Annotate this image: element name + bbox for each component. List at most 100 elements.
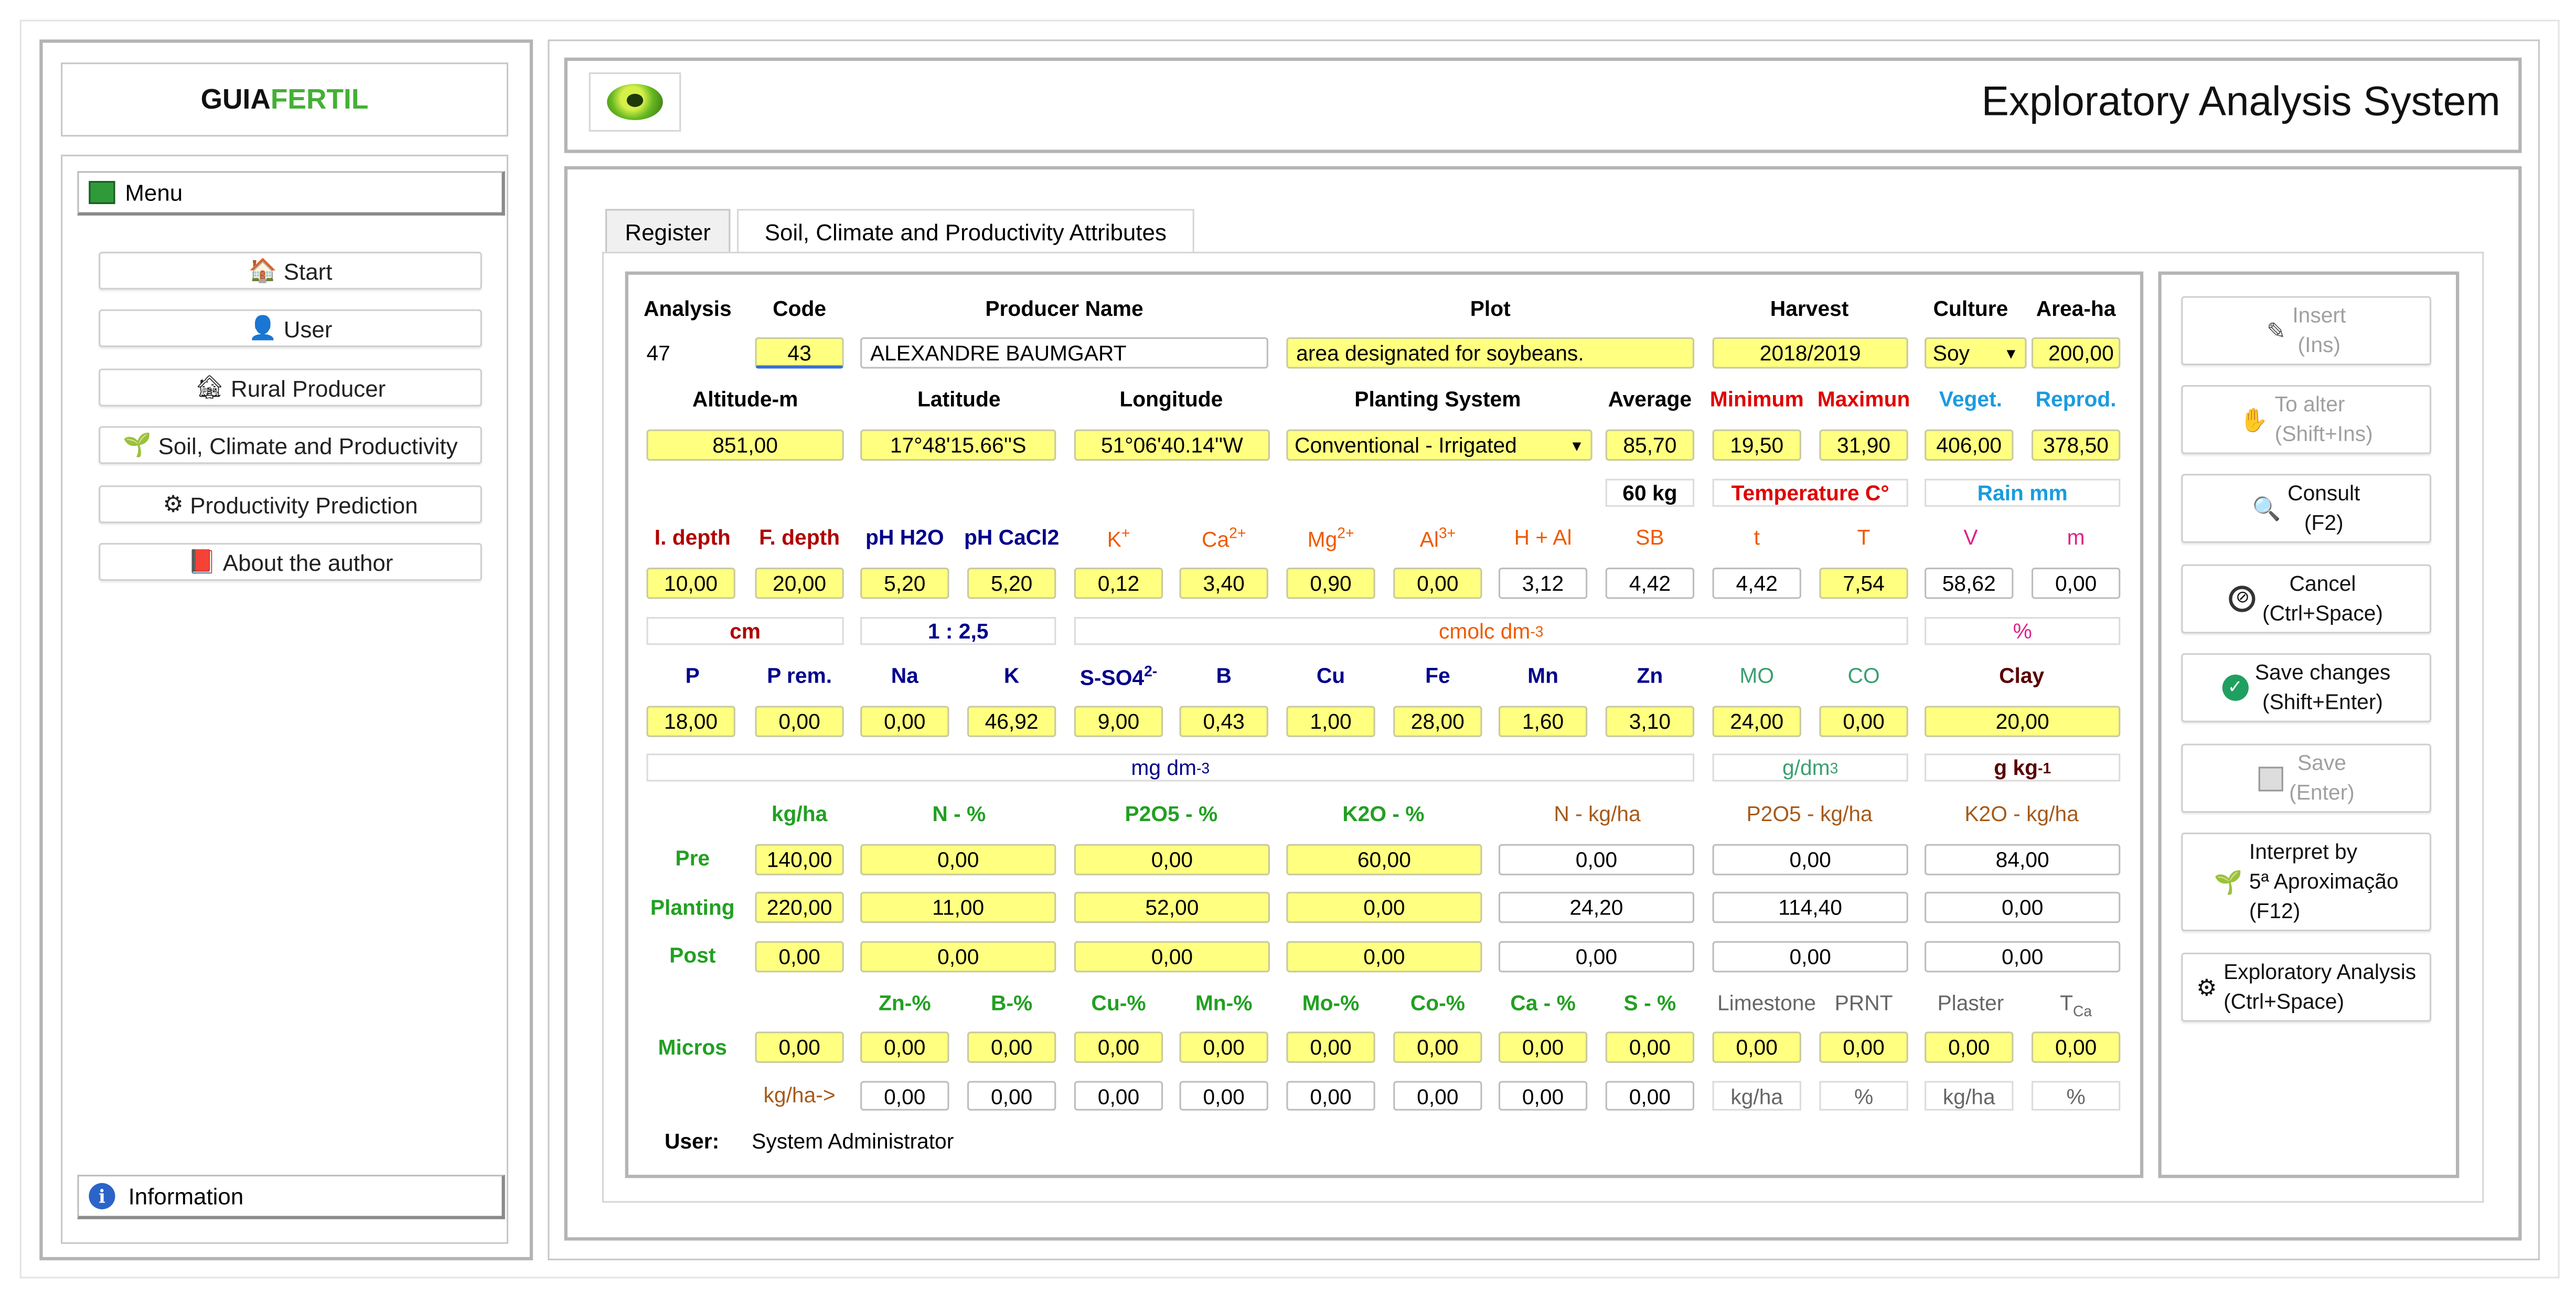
sidebar-item-soil-climate[interactable]: 🌱 Soil, Climate and Productivity bbox=[99, 426, 482, 464]
p-rem-field[interactable]: 0,00 bbox=[755, 706, 844, 737]
micros-mo-field[interactable]: 0,00 bbox=[1286, 1031, 1375, 1063]
sidebar-item-rural-producer[interactable]: 🏚 Rural Producer bbox=[99, 368, 482, 407]
information-button[interactable]: i Information bbox=[77, 1175, 505, 1219]
fe-field[interactable]: 28,00 bbox=[1393, 706, 1482, 737]
kg-zn-field[interactable]: 0,00 bbox=[860, 1081, 949, 1111]
post-k2o-pct-field[interactable]: 0,00 bbox=[1286, 941, 1482, 973]
to-alter-button[interactable]: ✋ To alter (Shift+Ins) bbox=[2181, 385, 2432, 454]
post-kgha-field[interactable]: 0,00 bbox=[755, 941, 844, 973]
v-field[interactable]: 58,62 bbox=[1925, 567, 2014, 599]
sidebar-item-about[interactable]: 📕 About the author bbox=[99, 542, 482, 581]
mg-field[interactable]: 0,90 bbox=[1286, 567, 1375, 599]
k-field[interactable]: 0,12 bbox=[1074, 567, 1163, 599]
b-field[interactable]: 0,43 bbox=[1179, 706, 1268, 737]
pre-p2o5-pct-field[interactable]: 0,00 bbox=[1074, 844, 1270, 876]
exploratory-analysis-button[interactable]: ⚙ Exploratory Analysis (Ctrl+Space) bbox=[2181, 952, 2432, 1022]
latitude-field[interactable]: 17°48'15.66''S bbox=[860, 429, 1056, 461]
planting-k2o-pct-field[interactable]: 0,00 bbox=[1286, 891, 1482, 923]
tab-soil-climate-attributes[interactable]: Soil, Climate and Productivity Attribute… bbox=[736, 209, 1194, 252]
post-n-kgha-field[interactable]: 0,00 bbox=[1498, 941, 1695, 973]
sidebar-item-start[interactable]: 🏠 Start bbox=[99, 251, 482, 290]
t-small-field[interactable]: 4,42 bbox=[1712, 567, 1801, 599]
save-changes-button[interactable]: ✓ Save changes (Shift+Enter) bbox=[2181, 653, 2432, 722]
mn-field[interactable]: 1,60 bbox=[1498, 706, 1588, 737]
pre-k2o-pct-field[interactable]: 60,00 bbox=[1286, 844, 1482, 876]
tca-field[interactable]: 0,00 bbox=[2031, 1031, 2121, 1063]
post-p2o5-pct-field[interactable]: 0,00 bbox=[1074, 941, 1270, 973]
interpret-button[interactable]: 🌱 Interpret by 5ª Aproximação (F12) bbox=[2181, 832, 2432, 931]
prnt-field[interactable]: 0,00 bbox=[1819, 1031, 1908, 1063]
kg-s-field[interactable]: 0,00 bbox=[1605, 1081, 1695, 1111]
micros-ca-field[interactable]: 0,00 bbox=[1498, 1031, 1588, 1063]
planting-p2o5-kgha-field[interactable]: 114,40 bbox=[1712, 891, 1908, 923]
menu-header[interactable]: Menu bbox=[77, 171, 505, 216]
average-field[interactable]: 85,70 bbox=[1605, 429, 1695, 461]
pre-p2o5-kgha-field[interactable]: 0,00 bbox=[1712, 844, 1908, 876]
plot-field[interactable]: area designated for soybeans. bbox=[1286, 337, 1695, 369]
al-field[interactable]: 0,00 bbox=[1393, 567, 1482, 599]
micros-co-field[interactable]: 0,00 bbox=[1393, 1031, 1482, 1063]
s-so4-field[interactable]: 9,00 bbox=[1074, 706, 1163, 737]
t-cap-field[interactable]: 7,54 bbox=[1819, 567, 1908, 599]
sidebar-item-productivity-prediction[interactable]: ⚙ Productivity Prediction bbox=[99, 485, 482, 524]
co-field[interactable]: 0,00 bbox=[1819, 706, 1908, 737]
planting-p2o5-pct-field[interactable]: 52,00 bbox=[1074, 891, 1270, 923]
micros-kgha-field[interactable]: 0,00 bbox=[755, 1031, 844, 1063]
kg-b-field[interactable]: 0,00 bbox=[967, 1081, 1056, 1111]
tab-register[interactable]: Register bbox=[605, 209, 731, 252]
micros-mn-field[interactable]: 0,00 bbox=[1179, 1031, 1268, 1063]
i-depth-field[interactable]: 10,00 bbox=[646, 567, 735, 599]
sidebar-item-user[interactable]: 👤 User bbox=[99, 309, 482, 347]
culture-select[interactable]: Soy ▼ bbox=[1925, 337, 2027, 369]
p-field[interactable]: 18,00 bbox=[646, 706, 735, 737]
planting-system-select[interactable]: Conventional - Irrigated ▼ bbox=[1286, 429, 1592, 461]
insert-button[interactable]: ✎ Insert (Ins) bbox=[2181, 296, 2432, 366]
pre-kgha-field[interactable]: 140,00 bbox=[755, 844, 844, 876]
ph-cacl2-field[interactable]: 5,20 bbox=[967, 567, 1056, 599]
sb-field[interactable]: 4,42 bbox=[1605, 567, 1695, 599]
save-button[interactable]: Save (Enter) bbox=[2181, 743, 2432, 813]
post-n-pct-field[interactable]: 0,00 bbox=[860, 941, 1056, 973]
consult-button[interactable]: 🔍 Consult (F2) bbox=[2181, 474, 2432, 543]
ph-h2o-field[interactable]: 5,20 bbox=[860, 567, 949, 599]
cancel-button[interactable]: ⊘ Cancel (Ctrl+Space) bbox=[2181, 564, 2432, 634]
planting-n-kgha-field[interactable]: 24,20 bbox=[1498, 891, 1695, 923]
m-field[interactable]: 0,00 bbox=[2031, 567, 2121, 599]
post-p2o5-kgha-field[interactable]: 0,00 bbox=[1712, 941, 1908, 973]
mo-field[interactable]: 24,00 bbox=[1712, 706, 1801, 737]
post-k2o-kgha-field[interactable]: 0,00 bbox=[1925, 941, 2121, 973]
kg-mn-field[interactable]: 0,00 bbox=[1179, 1081, 1268, 1111]
reprod-field[interactable]: 378,50 bbox=[2031, 429, 2121, 461]
zn-field[interactable]: 3,10 bbox=[1605, 706, 1695, 737]
planting-k2o-kgha-field[interactable]: 0,00 bbox=[1925, 891, 2121, 923]
micros-s-field[interactable]: 0,00 bbox=[1605, 1031, 1695, 1063]
producer-name-field[interactable]: ALEXANDRE BAUMGART bbox=[860, 337, 1268, 369]
micros-cu-field[interactable]: 0,00 bbox=[1074, 1031, 1163, 1063]
na-field[interactable]: 0,00 bbox=[860, 706, 949, 737]
area-field[interactable]: 200,00 bbox=[2031, 337, 2121, 369]
k-mg-field[interactable]: 46,92 bbox=[967, 706, 1056, 737]
clay-field[interactable]: 20,00 bbox=[1925, 706, 2121, 737]
pre-n-kgha-field[interactable]: 0,00 bbox=[1498, 844, 1695, 876]
pre-n-pct-field[interactable]: 0,00 bbox=[860, 844, 1056, 876]
cu-field[interactable]: 1,00 bbox=[1286, 706, 1375, 737]
limestone-field[interactable]: 0,00 bbox=[1712, 1031, 1801, 1063]
harvest-field[interactable]: 2018/2019 bbox=[1712, 337, 1908, 369]
maximum-field[interactable]: 31,90 bbox=[1819, 429, 1908, 461]
kg-cu-field[interactable]: 0,00 bbox=[1074, 1081, 1163, 1111]
planting-kgha-field[interactable]: 220,00 bbox=[755, 891, 844, 923]
plaster-field[interactable]: 0,00 bbox=[1925, 1031, 2014, 1063]
kg-co-field[interactable]: 0,00 bbox=[1393, 1081, 1482, 1111]
f-depth-field[interactable]: 20,00 bbox=[755, 567, 844, 599]
altitude-field[interactable]: 851,00 bbox=[646, 429, 844, 461]
ca-field[interactable]: 3,40 bbox=[1179, 567, 1268, 599]
planting-n-pct-field[interactable]: 11,00 bbox=[860, 891, 1056, 923]
kg-ca-field[interactable]: 0,00 bbox=[1498, 1081, 1588, 1111]
longitude-field[interactable]: 51°06'40.14''W bbox=[1074, 429, 1270, 461]
minimum-field[interactable]: 19,50 bbox=[1712, 429, 1801, 461]
pre-k2o-kgha-field[interactable]: 84,00 bbox=[1925, 844, 2121, 876]
code-field[interactable]: 43 bbox=[755, 337, 844, 369]
h-al-field[interactable]: 3,12 bbox=[1498, 567, 1588, 599]
veget-field[interactable]: 406,00 bbox=[1925, 429, 2014, 461]
micros-b-field[interactable]: 0,00 bbox=[967, 1031, 1056, 1063]
